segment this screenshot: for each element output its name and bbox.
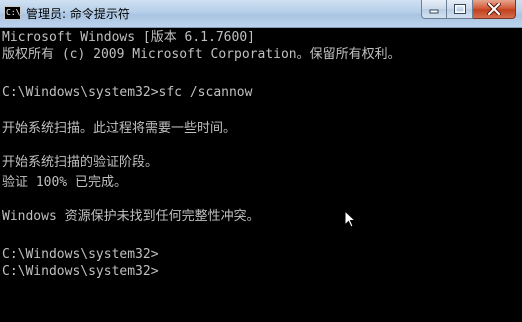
console-line: 开始系统扫描。此过程将需要一些时间。: [2, 121, 237, 136]
console-line: Windows 资源保护未找到任何完整性冲突。: [2, 209, 260, 224]
console-line: Microsoft Windows [版本 6.1.7600]: [2, 30, 255, 45]
console-line: 开始系统扫描的验证阶段。: [2, 155, 159, 170]
close-button[interactable]: [473, 0, 516, 19]
mouse-pointer-icon: [344, 210, 356, 228]
console-output[interactable]: Microsoft Windows [版本 6.1.7600] 版权所有 (c)…: [0, 28, 522, 322]
console-line: 版权所有 (c) 2009 Microsoft Corporation。保留所有…: [2, 47, 401, 62]
console-line: C:\Windows\system32>sfc /scannow: [2, 85, 253, 100]
console-line: C:\Windows\system32>: [2, 247, 159, 262]
console-line: 验证 100% 已完成。: [2, 175, 127, 190]
close-icon: [487, 3, 501, 15]
console-line: C:\Windows\system32>: [2, 264, 159, 279]
maximize-button[interactable]: [447, 0, 473, 19]
minimize-icon: [429, 9, 439, 14]
cmd-app-icon[interactable]: C:\: [4, 6, 21, 20]
maximize-icon: [453, 4, 466, 14]
window-title: 管理员: 命令提示符: [26, 7, 130, 21]
window-controls: [421, 0, 516, 20]
title-bar[interactable]: C:\ 管理员: 命令提示符: [0, 0, 522, 28]
minimize-button[interactable]: [421, 0, 447, 19]
